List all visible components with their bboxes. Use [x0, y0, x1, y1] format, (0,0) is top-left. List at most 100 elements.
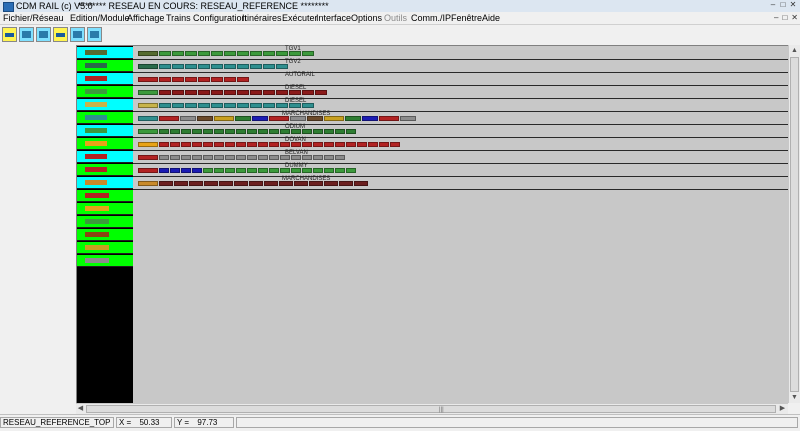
wagon[interactable] — [159, 129, 169, 134]
minimize-icon[interactable]: – — [769, 1, 777, 9]
menu-item[interactable]: Fichier/Réseau — [3, 12, 64, 24]
wagon[interactable] — [185, 77, 197, 82]
menu-item[interactable]: Configuration — [193, 12, 247, 24]
menu-item[interactable]: Options — [351, 12, 382, 24]
vertical-scroll-thumb[interactable] — [790, 57, 799, 392]
wagon[interactable] — [324, 142, 334, 147]
wagon[interactable] — [276, 90, 288, 95]
wagon[interactable] — [313, 129, 323, 134]
menu-item[interactable]: Aide — [482, 12, 500, 24]
stock-cell[interactable] — [77, 47, 133, 59]
wagon[interactable] — [203, 129, 213, 134]
wagon[interactable] — [203, 155, 213, 160]
wagon[interactable] — [159, 116, 179, 121]
stock-cell[interactable] — [77, 99, 133, 111]
wagon[interactable] — [214, 142, 224, 147]
locomotive[interactable] — [138, 77, 158, 82]
wagon[interactable] — [313, 155, 323, 160]
wagon[interactable] — [250, 90, 262, 95]
horizontal-scrollbar[interactable]: ◀ ||| ▶ — [76, 403, 788, 414]
scroll-right-icon[interactable]: ▶ — [778, 404, 787, 414]
wagon[interactable] — [291, 168, 301, 173]
train-consist[interactable] — [138, 155, 345, 160]
wagon[interactable] — [172, 90, 184, 95]
wagon[interactable] — [302, 90, 314, 95]
vertical-scrollbar[interactable]: ▲ ▼ — [788, 45, 800, 403]
wagon[interactable] — [174, 181, 188, 186]
wagon[interactable] — [258, 155, 268, 160]
wagon[interactable] — [280, 129, 290, 134]
wagon[interactable] — [192, 142, 202, 147]
wagon[interactable] — [211, 77, 223, 82]
wagon[interactable] — [225, 155, 235, 160]
wagon[interactable] — [224, 51, 236, 56]
wagon[interactable] — [324, 116, 344, 121]
wagon[interactable] — [172, 64, 184, 69]
wagon[interactable] — [159, 155, 169, 160]
wagon[interactable] — [252, 116, 268, 121]
wagon[interactable] — [180, 116, 196, 121]
wagon[interactable] — [302, 51, 314, 56]
railcar-icon-button[interactable] — [87, 27, 102, 42]
wagon[interactable] — [198, 64, 210, 69]
menu-item[interactable]: Fenêtre — [451, 12, 482, 24]
wagon[interactable] — [346, 129, 356, 134]
wagon[interactable] — [203, 142, 213, 147]
close-icon[interactable]: ✕ — [789, 1, 797, 9]
train-consist[interactable] — [138, 142, 400, 147]
wagon[interactable] — [172, 103, 184, 108]
wagon[interactable] — [204, 181, 218, 186]
wagon[interactable] — [237, 77, 249, 82]
menu-item[interactable]: Comm./IP — [411, 12, 451, 24]
wagon[interactable] — [289, 51, 301, 56]
train-consist[interactable] — [138, 116, 416, 121]
stock-cell[interactable] — [77, 190, 133, 202]
locomotive[interactable] — [138, 103, 158, 108]
stock-cell[interactable] — [77, 60, 133, 72]
wagon[interactable] — [302, 142, 312, 147]
maximize-icon[interactable]: □ — [779, 1, 787, 9]
wagon[interactable] — [159, 103, 171, 108]
wagon[interactable] — [362, 116, 378, 121]
wagon[interactable] — [234, 181, 248, 186]
railcar-icon-button[interactable] — [19, 27, 34, 42]
wagon[interactable] — [219, 181, 233, 186]
wagon[interactable] — [290, 116, 306, 121]
wagon[interactable] — [247, 168, 257, 173]
wagon[interactable] — [324, 129, 334, 134]
wagon[interactable] — [211, 103, 223, 108]
wagon[interactable] — [181, 142, 191, 147]
wagon[interactable] — [235, 116, 251, 121]
wagon[interactable] — [276, 103, 288, 108]
wagon[interactable] — [291, 142, 301, 147]
wagon[interactable] — [324, 181, 338, 186]
wagon[interactable] — [159, 181, 173, 186]
stock-cell[interactable] — [77, 203, 133, 215]
menu-item[interactable]: Trains — [166, 12, 191, 24]
menu-item[interactable]: Edition/Module — [70, 12, 130, 24]
wagon[interactable] — [346, 168, 356, 173]
wagon[interactable] — [159, 51, 171, 56]
wagon[interactable] — [269, 142, 279, 147]
wagon[interactable] — [250, 51, 262, 56]
wagon[interactable] — [198, 51, 210, 56]
wagon[interactable] — [181, 155, 191, 160]
wagon[interactable] — [170, 129, 180, 134]
stock-cell[interactable] — [77, 164, 133, 176]
train-consist[interactable] — [138, 168, 356, 173]
locomotive[interactable] — [138, 90, 158, 95]
wagon[interactable] — [276, 51, 288, 56]
scroll-left-icon[interactable]: ◀ — [76, 404, 85, 414]
train-consist[interactable] — [138, 90, 327, 95]
wagon[interactable] — [214, 168, 224, 173]
wagon[interactable] — [237, 103, 249, 108]
train-canvas[interactable]: TGV1 TGV2 AUTORAIL DIESEL DIESEL MARCHANDISES… — [76, 45, 788, 403]
wagon[interactable] — [263, 64, 275, 69]
locomotive[interactable] — [138, 168, 158, 173]
railcar-icon-button[interactable] — [70, 27, 85, 42]
wagon[interactable] — [346, 142, 356, 147]
stock-cell[interactable] — [77, 138, 133, 150]
wagon[interactable] — [181, 168, 191, 173]
wagon[interactable] — [269, 168, 279, 173]
locomotive[interactable] — [138, 116, 158, 121]
